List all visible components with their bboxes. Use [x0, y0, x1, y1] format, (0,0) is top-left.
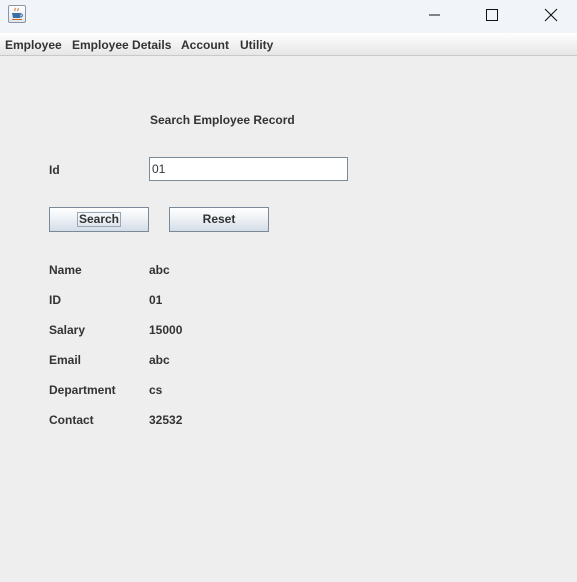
- department-value: cs: [149, 383, 163, 397]
- name-value: abc: [149, 263, 170, 277]
- maximize-icon: [486, 9, 498, 21]
- menu-bar: Employee Employee Details Account Utilit…: [0, 33, 577, 56]
- close-button[interactable]: [519, 0, 577, 30]
- menu-employee[interactable]: Employee: [5, 38, 62, 52]
- app-window: Employee Employee Details Account Utilit…: [0, 0, 577, 582]
- id-label: Id: [49, 163, 60, 177]
- contact-label: Contact: [49, 413, 94, 427]
- department-label: Department: [49, 383, 116, 397]
- minimize-button[interactable]: [405, 0, 463, 30]
- search-button-label: Search: [76, 212, 122, 227]
- menu-account[interactable]: Account: [181, 38, 229, 52]
- menu-utility[interactable]: Utility: [240, 38, 273, 52]
- id-input[interactable]: [149, 157, 348, 181]
- salary-label: Salary: [49, 323, 86, 337]
- contact-value: 32532: [149, 413, 183, 427]
- salary-value: 15000: [149, 323, 183, 337]
- menu-employee-details[interactable]: Employee Details: [72, 38, 171, 52]
- minimize-icon: [429, 14, 440, 16]
- id-field-value: 01: [149, 293, 163, 307]
- email-label: Email: [49, 353, 82, 367]
- search-button[interactable]: Search: [49, 207, 149, 232]
- form-heading: Search Employee Record: [150, 113, 295, 127]
- name-label: Name: [49, 263, 82, 277]
- title-bar: [0, 0, 577, 33]
- close-icon: [544, 8, 558, 22]
- email-value: abc: [149, 353, 170, 367]
- reset-button[interactable]: Reset: [169, 207, 269, 232]
- maximize-button[interactable]: [463, 0, 521, 30]
- id-field-label: ID: [49, 293, 61, 307]
- java-cup-icon[interactable]: [8, 5, 26, 23]
